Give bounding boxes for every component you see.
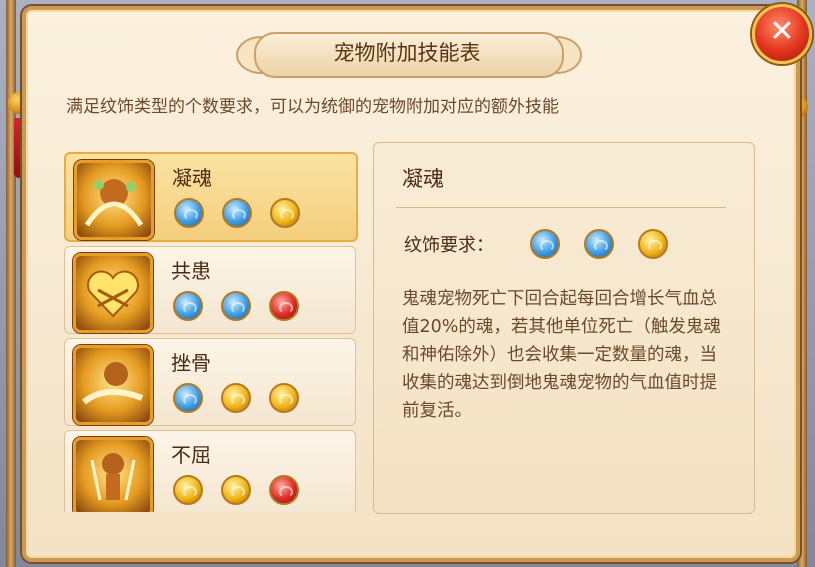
skill-detail-panel: 凝魂 纹饰要求： 鬼魂宠物死亡下回合起每回合增长气血总值20%的魂，若其他单位死… (373, 142, 755, 514)
skill-list-item-gonghuan[interactable]: 共患 (64, 246, 356, 334)
skill-list-item-buqu[interactable]: 不屈 (64, 430, 356, 512)
cuogu-skill-icon (73, 345, 153, 425)
skill-description: 鬼魂宠物死亡下回合起每回合增长气血总值20%的魂，若其他单位死亡（触发鬼魂和神佑… (402, 289, 721, 421)
ninghun-skill-icon (74, 160, 154, 240)
gold-gem-icon (221, 475, 251, 505)
skill-name: 共患 (171, 259, 211, 283)
blue-gem-icon (173, 383, 203, 413)
red-gem-icon (269, 291, 299, 321)
red-gem-icon (269, 475, 299, 505)
skill-name: 不屈 (171, 443, 211, 467)
requirement-label: 纹饰要求： (404, 235, 494, 256)
skill-name: 凝魂 (172, 166, 212, 190)
gold-gem-icon (270, 198, 300, 228)
detail-divider (396, 207, 726, 208)
gold-gem-icon (221, 383, 251, 413)
left-scroll-pole (6, 0, 16, 567)
dialog-title: 宠物附加技能表 (333, 41, 481, 65)
gold-gem-icon (173, 475, 203, 505)
gold-gem-icon (269, 383, 299, 413)
gold-gem-icon (638, 229, 668, 259)
blue-gem-icon (221, 291, 251, 321)
skill-name: 挫骨 (171, 351, 211, 375)
buqu-skill-icon (73, 437, 153, 512)
blue-gem-icon (222, 198, 252, 228)
skill-list-item-cuogu[interactable]: 挫骨 (64, 338, 356, 426)
close-button[interactable]: ✕ (752, 4, 812, 64)
detail-skill-title: 凝魂 (402, 167, 444, 191)
blue-gem-icon (530, 229, 560, 259)
blue-gem-icon (174, 198, 204, 228)
skill-list[interactable]: 凝魂 共患 挫骨 不屈 (60, 142, 362, 512)
gonghuan-skill-icon (73, 253, 153, 333)
dialog-description: 满足纹饰类型的个数要求，可以为统御的宠物附加对应的额外技能 (66, 97, 559, 117)
skill-list-item-ninghun[interactable]: 凝魂 (64, 152, 358, 242)
blue-gem-icon (173, 291, 203, 321)
blue-gem-icon (584, 229, 614, 259)
close-icon: ✕ (769, 14, 795, 49)
